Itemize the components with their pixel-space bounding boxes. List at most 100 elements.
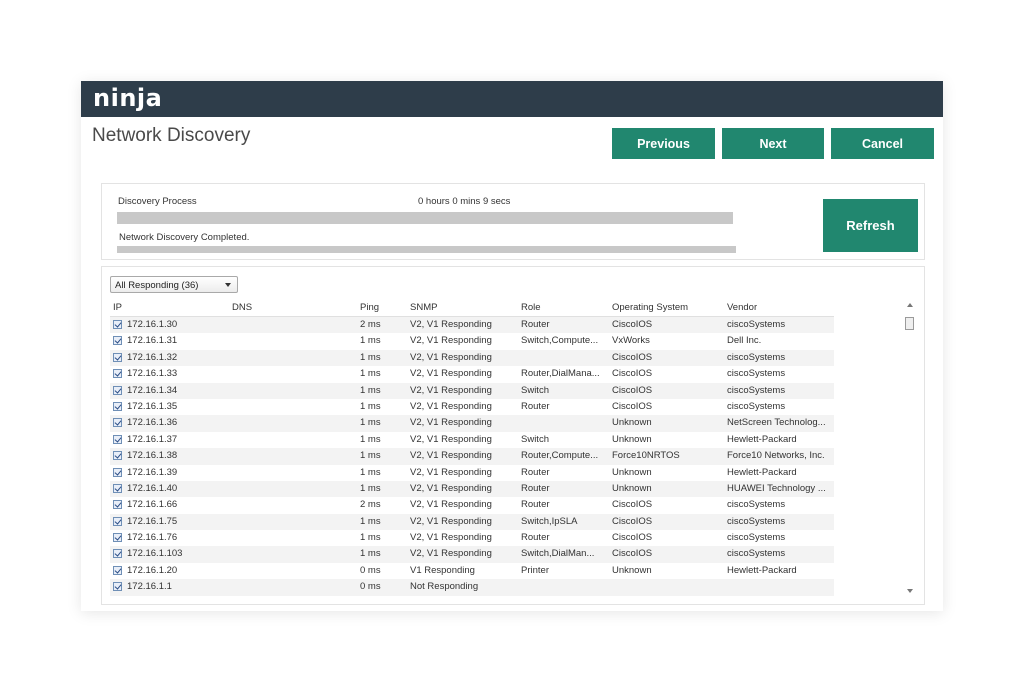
cell-os: VxWorks	[612, 335, 650, 347]
cell-ping: 1 ms	[360, 351, 381, 363]
row-checkbox[interactable]	[113, 516, 122, 526]
row-checkbox[interactable]	[113, 320, 122, 329]
table-row[interactable]: 172.16.1.103 1 ms V2, V1 Responding Switch,…	[110, 546, 834, 563]
row-checkbox[interactable]	[113, 500, 122, 510]
cell-os: Unknown	[612, 417, 652, 429]
row-checkbox[interactable]	[113, 533, 122, 543]
cell-role: Router	[521, 482, 550, 494]
cell-ip: 172.16.1.38	[127, 450, 178, 462]
table-row[interactable]: 172.16.1.33 1 ms V2, V1 Responding Router,D…	[110, 366, 834, 382]
row-checkbox[interactable]	[113, 385, 122, 395]
cell-snmp: V2, V1 Responding	[410, 335, 492, 347]
row-checkbox[interactable]	[113, 582, 122, 592]
table-row[interactable]: 172.16.1.37 1 ms V2, V1 Responding Switch Un…	[110, 432, 834, 448]
row-checkbox[interactable]	[113, 418, 122, 428]
row-checkbox[interactable]	[113, 451, 122, 461]
table-row[interactable]: 172.16.1.39 1 ms V2, V1 Responding Router Un…	[110, 465, 834, 481]
row-checkbox[interactable]	[113, 565, 122, 575]
cell-ping: 1 ms	[360, 548, 381, 560]
cell-os: Unknown	[612, 482, 652, 494]
cell-os: CiscoIOS	[612, 400, 653, 412]
cell-role: Router,Compute...	[521, 450, 599, 462]
column-dns[interactable]: DNS	[232, 302, 252, 313]
cell-os: Unknown	[612, 433, 652, 445]
cell-vendor: ciscoSystems	[727, 351, 786, 363]
column-snmp[interactable]: SNMP	[410, 302, 437, 313]
cell-ip: 172.16.1.1	[127, 581, 172, 593]
cell-vendor: ciscoSystems	[727, 400, 786, 412]
cell-ping: 0 ms	[360, 581, 381, 593]
table-scrollbar[interactable]	[903, 301, 917, 597]
cancel-button[interactable]: Cancel	[831, 128, 934, 159]
row-checkbox[interactable]	[113, 369, 122, 379]
cell-ip: 172.16.1.20	[127, 564, 178, 576]
cell-snmp: V2, V1 Responding	[410, 515, 492, 527]
cell-vendor: ciscoSystems	[727, 499, 786, 511]
column-vendor[interactable]: Vendor	[727, 302, 757, 313]
cell-os: CiscoIOS	[612, 532, 653, 544]
page-title: Network Discovery	[92, 125, 251, 146]
cell-ping: 2 ms	[360, 499, 381, 511]
cell-os: CiscoIOS	[612, 499, 653, 511]
cell-snmp: V2, V1 Responding	[410, 368, 492, 380]
top-bar: ninja	[81, 81, 943, 117]
refresh-button[interactable]: Refresh	[823, 199, 918, 252]
table-row[interactable]: 172.16.1.75 1 ms V2, V1 Responding Switch,I…	[110, 513, 834, 531]
table-row[interactable]: 172.16.1.34 1 ms V2, V1 Responding Switch Ci…	[110, 382, 834, 399]
table-row[interactable]: 172.16.1.35 1 ms V2, V1 Responding Router Ci…	[110, 399, 834, 415]
discovery-status: Network Discovery Completed.	[119, 232, 250, 243]
row-checkbox[interactable]	[113, 401, 122, 411]
next-button[interactable]: Next	[722, 128, 824, 159]
cell-role: Switch	[521, 384, 549, 396]
cell-snmp: V2, V1 Responding	[410, 482, 492, 494]
row-checkbox[interactable]	[113, 483, 122, 493]
table-row[interactable]: 172.16.1.31 1 ms V2, V1 Responding Switch,C…	[110, 333, 834, 349]
table-row[interactable]: 172.16.1.36 1 ms V2, V1 Responding Unknown N…	[110, 415, 834, 432]
cell-ping: 1 ms	[360, 532, 381, 544]
previous-button[interactable]: Previous	[612, 128, 715, 159]
cell-ip: 172.16.1.39	[127, 466, 178, 478]
cell-ping: 1 ms	[360, 417, 381, 429]
row-checkbox[interactable]	[113, 549, 122, 559]
cell-os: Unknown	[612, 564, 652, 576]
cell-os: CiscoIOS	[612, 548, 653, 560]
row-checkbox[interactable]	[113, 352, 122, 362]
cell-ping: 1 ms	[360, 515, 381, 527]
table-row[interactable]: 172.16.1.66 2 ms V2, V1 Responding Router Ci…	[110, 497, 834, 513]
table-row[interactable]: 172.16.1.40 1 ms V2, V1 Responding Router Un…	[110, 480, 834, 498]
responding-filter-dropdown[interactable]: All Responding (36)	[110, 276, 238, 293]
cell-ip: 172.16.1.30	[127, 319, 178, 330]
column-operating-system[interactable]: Operating System	[612, 302, 688, 313]
cell-vendor: ciscoSystems	[727, 515, 786, 527]
column-role[interactable]: Role	[521, 302, 541, 313]
discovery-process-label: Discovery Process	[118, 196, 197, 207]
row-checkbox[interactable]	[113, 336, 122, 346]
cell-snmp: V2, V1 Responding	[410, 499, 492, 511]
table-row[interactable]: 172.16.1.32 1 ms V2, V1 Responding CiscoIOS…	[110, 349, 834, 367]
cell-role: Router	[521, 319, 550, 330]
cell-ping: 1 ms	[360, 466, 381, 478]
table-row[interactable]: 172.16.1.76 1 ms V2, V1 Responding Router Ci…	[110, 530, 834, 546]
elapsed-time: 0 hours 0 mins 9 secs	[418, 196, 511, 207]
cell-role: Router	[521, 499, 550, 511]
table-row[interactable]: 172.16.1.20 0 ms V1 Responding Printer Unkno…	[110, 563, 834, 579]
scroll-up-icon[interactable]	[907, 303, 913, 307]
table-row[interactable]: 172.16.1.30 2 ms V2, V1 Responding Router Ci…	[110, 317, 834, 334]
cell-ping: 2 ms	[360, 319, 381, 330]
cell-role: Router,DialMana...	[521, 368, 600, 380]
cell-ip: 172.16.1.34	[127, 384, 178, 396]
column-ip[interactable]: IP	[113, 302, 122, 313]
row-checkbox[interactable]	[113, 467, 122, 477]
scroll-down-icon[interactable]	[907, 589, 913, 593]
cell-role: Router	[521, 532, 550, 544]
row-checkbox[interactable]	[113, 434, 122, 444]
cell-snmp: V2, V1 Responding	[410, 466, 492, 478]
column-ping[interactable]: Ping	[360, 302, 379, 313]
scroll-thumb[interactable]	[905, 317, 914, 330]
table-row[interactable]: 172.16.1.38 1 ms V2, V1 Responding Router,C…	[110, 448, 834, 465]
table-row[interactable]: 172.16.1.1 0 ms Not Responding	[110, 579, 834, 596]
cell-snmp: V1 Responding	[410, 564, 475, 576]
cell-ping: 1 ms	[360, 335, 381, 347]
discovery-process-panel: Discovery Process 0 hours 0 mins 9 secs …	[101, 183, 925, 260]
filter-selected-value: All Responding (36)	[115, 280, 199, 291]
